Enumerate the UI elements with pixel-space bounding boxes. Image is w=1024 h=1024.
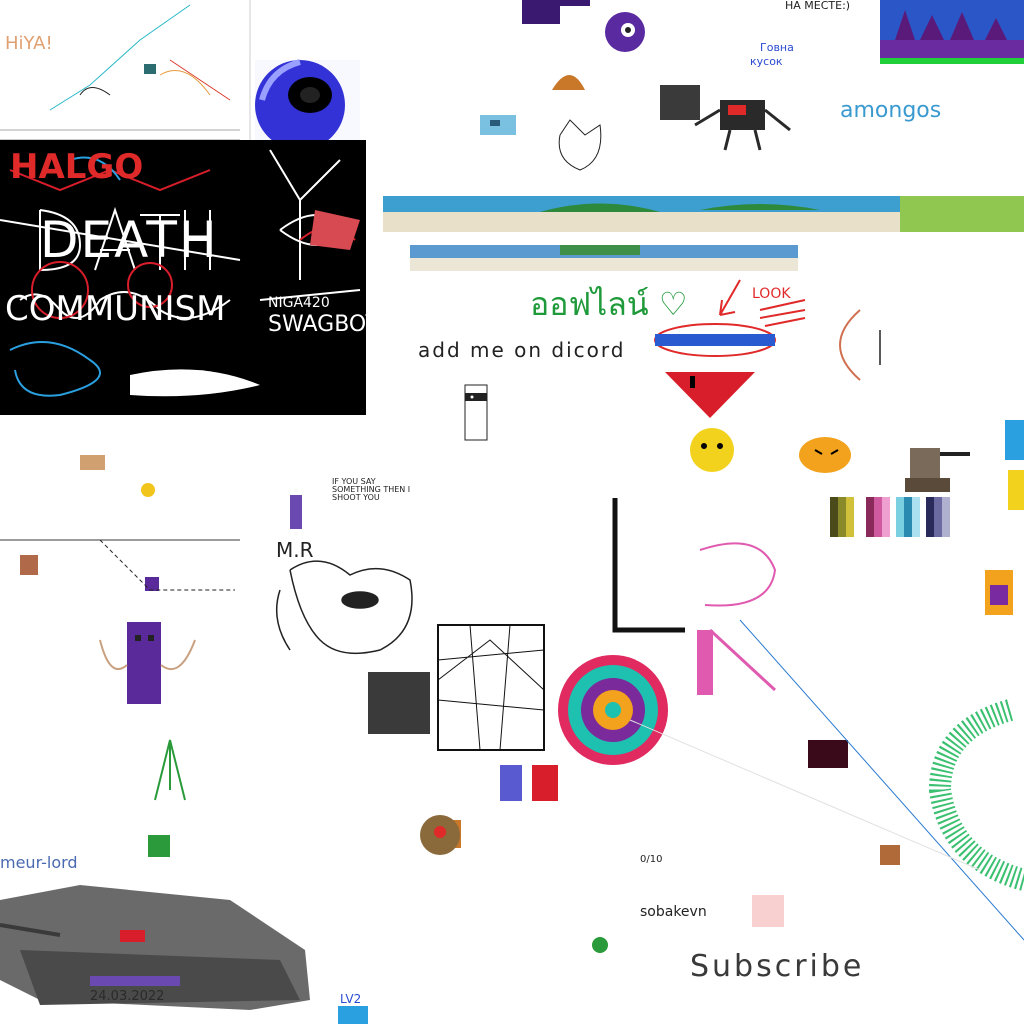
purple-block <box>522 0 560 24</box>
landscape-strip-bottom <box>410 245 798 271</box>
forest-picture <box>880 0 1024 64</box>
doodle-canvas <box>0 0 1024 1024</box>
robot-figure <box>660 85 791 151</box>
red-triangle-character <box>665 372 755 472</box>
hiya-text: HiYA! <box>5 33 53 54</box>
gavno-text-1: Говна <box>760 41 794 54</box>
grey-tree-sketch <box>154 739 186 801</box>
halgo-logo-text: HALGO <box>10 147 144 187</box>
na-meste-text: НА МЕСТЕ:) <box>785 0 851 12</box>
ten-text: 0/10 <box>640 854 663 865</box>
look-text: LOOK <box>752 286 791 302</box>
teal-pixel <box>144 64 156 74</box>
purple-creeper <box>99 622 196 704</box>
wolf-sketch <box>275 560 413 655</box>
gavno-text-2: кусок <box>750 55 783 68</box>
date-text: 24.03.2022 <box>90 989 165 1004</box>
niga-text: NIGA420 <box>268 295 330 311</box>
uni-lord-text: meur-lord <box>0 853 78 872</box>
add-me-text: add me on dicord <box>418 338 626 362</box>
pixel-soldier <box>905 448 970 492</box>
swagboys-text: SWAGBOYS <box>268 312 393 337</box>
stained-glass-window <box>437 624 545 751</box>
thai-text: ออฟไลน์ ♡ <box>530 285 688 323</box>
top-left-sketches <box>0 4 240 131</box>
green-dotted-ring <box>928 699 1024 891</box>
subscribe-text: Subscribe <box>690 949 865 984</box>
lv2-text: LV2 <box>340 992 362 1006</box>
color-swatches <box>830 497 950 537</box>
blue-pixel-creature <box>480 115 516 135</box>
blue-eye-sphere <box>255 59 360 150</box>
communism-text: COMMUNISM <box>5 289 226 329</box>
ninja-character <box>464 384 488 441</box>
pink-r-letter <box>697 542 777 695</box>
black-l-shape <box>612 498 685 633</box>
mandala <box>558 655 668 765</box>
orange-blob-character <box>799 437 851 473</box>
if-you-say-text: IF YOU SAY SOMETHING THEN I SHOOT YOU <box>332 477 411 502</box>
blue-scribble-bar <box>655 334 775 346</box>
landscape-strip-top <box>383 196 1024 232</box>
poop-drawing <box>552 75 585 90</box>
death-text: DEATH <box>40 211 219 269</box>
hatched-square <box>368 672 430 734</box>
bow-drawing <box>839 309 861 381</box>
mr-text: M.R <box>276 538 314 562</box>
sobakevn-text: sobakevn <box>640 904 707 920</box>
purple-eye-ball <box>605 12 645 52</box>
amongos-text: amongos <box>840 98 942 123</box>
